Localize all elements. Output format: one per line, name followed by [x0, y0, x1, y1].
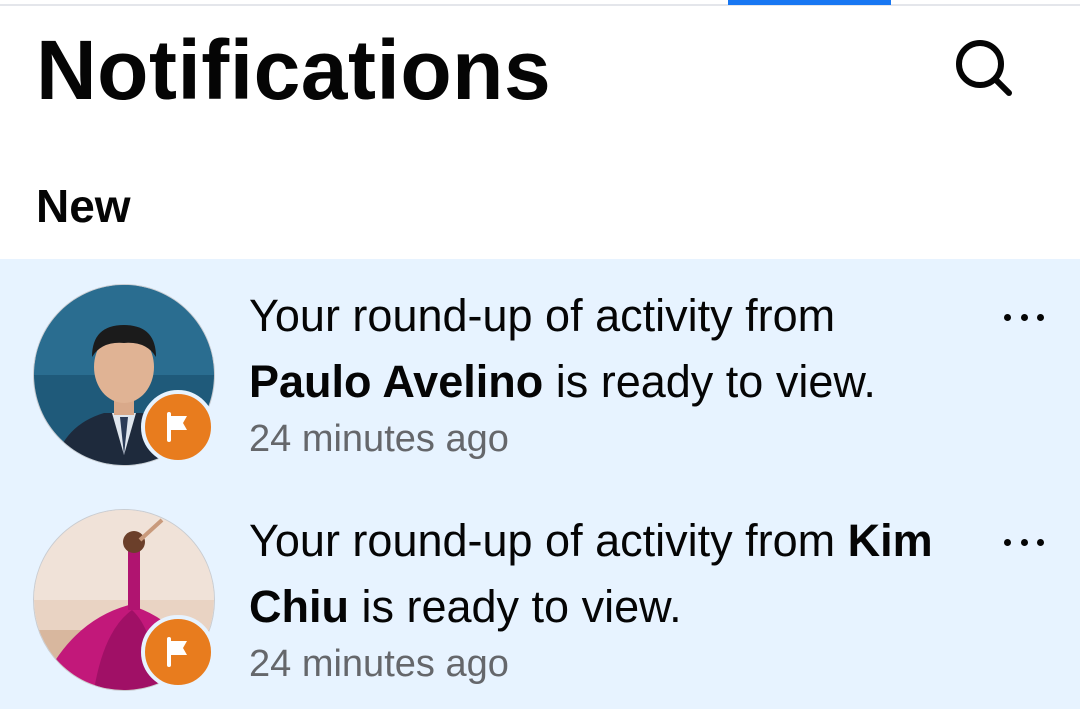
more-options-button[interactable] [996, 297, 1052, 337]
more-options-icon [1004, 538, 1011, 546]
more-options-icon-dot [1020, 313, 1028, 321]
notification-text-prefix: Your round-up of activity from [249, 515, 848, 566]
avatar-wrap [33, 509, 215, 691]
notification-text: Your round-up of activity from Kim Chiu … [249, 508, 969, 640]
notification-text-suffix: is ready to view. [543, 356, 876, 407]
notifications-page: Notifications New Your round-up of activ… [0, 0, 1080, 725]
notification-text-suffix: is ready to view. [348, 581, 682, 632]
avatar-wrap [33, 284, 215, 466]
more-options-icon [1004, 313, 1011, 321]
badge [141, 615, 215, 689]
bottom-spacer [0, 710, 1080, 725]
notification-timestamp: 24 minutes ago [249, 418, 509, 460]
more-options-button[interactable] [996, 522, 1052, 562]
notification-timestamp: 24 minutes ago [249, 643, 509, 685]
notification-page-name: Paulo Avelino [249, 356, 544, 407]
badge [141, 390, 215, 464]
notification-list: Your round-up of activity from Paulo Ave… [0, 259, 1080, 709]
flag-icon [167, 637, 187, 667]
flag-icon [167, 412, 187, 442]
search-button[interactable] [944, 32, 1024, 104]
more-options-icon-dot [1020, 538, 1028, 546]
notification-text: Your round-up of activity from Paulo Ave… [249, 283, 969, 415]
search-icon [956, 40, 1012, 96]
notification-text-prefix: Your round-up of activity from [249, 290, 836, 341]
notification-item[interactable]: Your round-up of activity from Paulo Ave… [0, 259, 1080, 484]
section-heading-new: New [36, 180, 131, 232]
page-title: Notifications [36, 23, 552, 117]
more-options-icon-dot [1037, 538, 1044, 546]
header: Notifications [0, 0, 1080, 140]
notification-item[interactable]: Your round-up of activity from Kim Chiu … [0, 484, 1080, 709]
more-options-icon-dot [1037, 313, 1044, 321]
